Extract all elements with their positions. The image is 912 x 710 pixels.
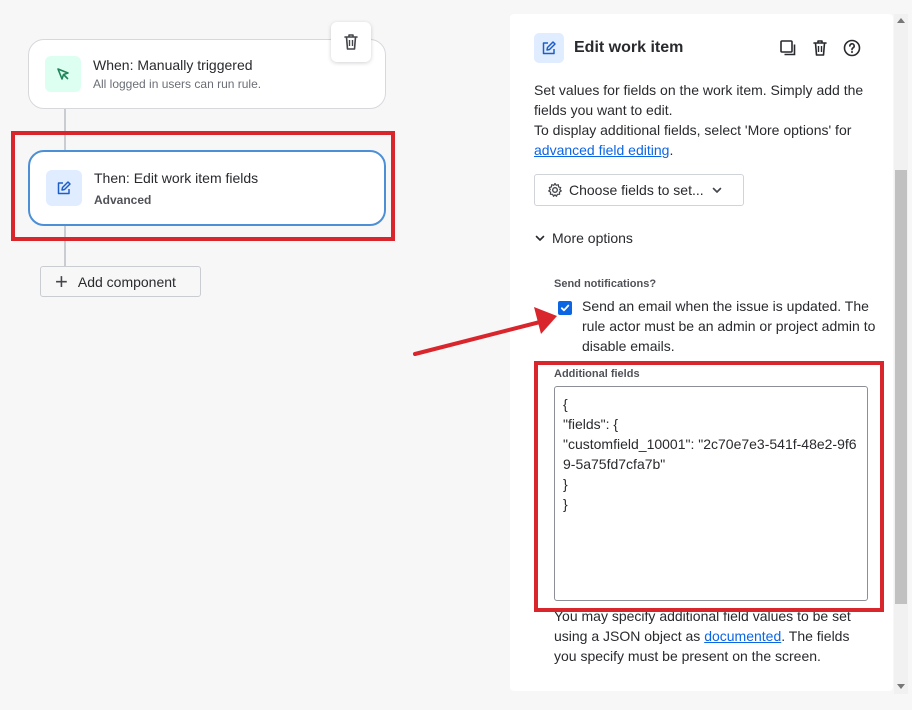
- duplicate-button[interactable]: [778, 37, 798, 59]
- documented-link[interactable]: documented: [704, 628, 781, 644]
- edit-icon: [534, 33, 564, 63]
- action-node[interactable]: Then: Edit work item fields Advanced: [28, 150, 386, 226]
- duplicate-icon: [779, 39, 797, 57]
- panel-header: Edit work item: [534, 33, 683, 63]
- chevron-down-icon: [534, 232, 546, 244]
- trash-icon: [343, 33, 359, 51]
- action-node-subtitle: Advanced: [94, 192, 152, 207]
- chevron-down-icon: [711, 184, 723, 196]
- scroll-up-arrow[interactable]: [897, 18, 905, 23]
- choose-fields-dropdown[interactable]: Choose fields to set...: [534, 174, 744, 206]
- description-line-2: To display additional fields, select 'Mo…: [534, 122, 852, 158]
- additional-fields-textarea[interactable]: { "fields": { "customfield_10001": "2c70…: [554, 386, 868, 601]
- additional-fields-label: Additional fields: [554, 368, 640, 380]
- trigger-node-subtitle: All logged in users can run rule.: [93, 77, 262, 91]
- choose-fields-label: Choose fields to set...: [569, 182, 704, 198]
- delete-trigger-button[interactable]: [331, 22, 371, 62]
- trash-icon: [812, 39, 828, 57]
- help-icon: [843, 39, 861, 57]
- send-notifications-checkbox[interactable]: [558, 301, 572, 315]
- additional-fields-help: You may specify additional field values …: [554, 608, 851, 664]
- edit-icon: [46, 170, 82, 206]
- panel-title: Edit work item: [574, 39, 684, 56]
- delete-component-button[interactable]: [810, 37, 830, 59]
- scroll-down-arrow[interactable]: [897, 684, 905, 689]
- cursor-click-icon: [45, 56, 81, 92]
- send-notifications-row: Send an email when the issue is updated.…: [558, 296, 878, 356]
- gear-icon: [547, 182, 563, 198]
- connector-line-2: [64, 226, 66, 266]
- add-component-button[interactable]: + Add component: [40, 266, 201, 297]
- more-options-label: More options: [552, 230, 633, 246]
- more-options-toggle[interactable]: More options: [534, 230, 633, 246]
- panel-description: Set values for fields on the work item. …: [534, 80, 874, 160]
- action-node-title: Then: Edit work item fields: [94, 169, 259, 186]
- help-button[interactable]: [842, 37, 862, 59]
- edit-panel: Edit work item Set values for fields on …: [510, 14, 893, 691]
- connector-line-1: [64, 109, 66, 150]
- panel-scrollbar-thumb[interactable]: [895, 170, 907, 604]
- add-component-label: Add component: [77, 273, 176, 290]
- description-line-1: Set values for fields on the work item. …: [534, 82, 864, 118]
- plus-icon: +: [55, 268, 68, 294]
- panel-header-actions: [778, 37, 862, 59]
- advanced-field-editing-link[interactable]: advanced field editing: [534, 142, 669, 158]
- trigger-node-title: When: Manually triggered: [93, 57, 253, 73]
- send-notifications-text: Send an email when the issue is updated.…: [582, 298, 876, 354]
- send-notifications-label: Send notifications?: [554, 278, 657, 290]
